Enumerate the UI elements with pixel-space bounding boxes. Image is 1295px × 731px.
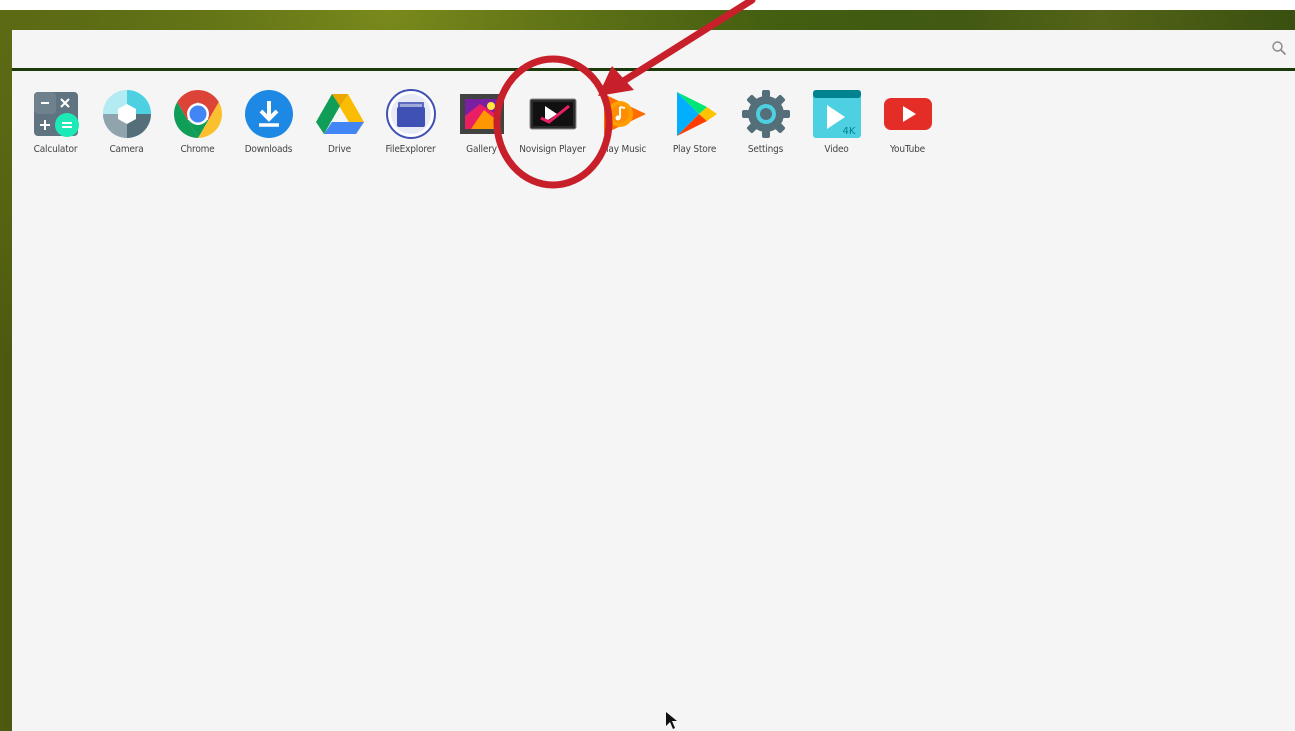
novisign-player-icon <box>529 98 576 130</box>
app-label: Chrome <box>180 144 215 155</box>
app-label: Gallery <box>466 144 497 155</box>
drive-icon <box>315 94 364 134</box>
app-grid: Calculator Camera Chrome Downloads Drive… <box>20 88 943 155</box>
app-file-explorer[interactable]: FileExplorer <box>375 88 446 155</box>
calculator-icon <box>33 92 79 137</box>
app-settings[interactable]: Settings <box>730 88 801 155</box>
chrome-icon <box>173 89 222 138</box>
app-drive[interactable]: Drive <box>304 88 375 155</box>
app-video[interactable]: 4K Video <box>801 88 872 155</box>
app-label: Novisign Player <box>519 144 586 155</box>
play-store-icon <box>676 92 717 136</box>
app-play-music[interactable]: Play Music <box>588 88 659 155</box>
youtube-icon <box>883 98 932 130</box>
search-bar[interactable] <box>12 30 1295 71</box>
app-label: Camera <box>109 144 144 155</box>
app-label: Settings <box>747 144 784 155</box>
search-icon[interactable] <box>1271 40 1287 56</box>
app-label: Downloads <box>244 144 293 155</box>
video-badge: 4K <box>842 126 855 137</box>
app-gallery[interactable]: Gallery <box>446 88 517 155</box>
downloads-icon <box>244 90 293 138</box>
app-camera[interactable]: Camera <box>91 88 162 155</box>
app-label: Video <box>824 144 849 155</box>
app-play-store[interactable]: Play Store <box>659 88 730 155</box>
app-drawer: Calculator Camera Chrome Downloads Drive… <box>12 30 1295 731</box>
app-label: Calculator <box>33 144 78 155</box>
settings-icon <box>741 90 790 138</box>
app-label: FileExplorer <box>385 144 436 155</box>
video-icon: 4K <box>812 90 861 138</box>
app-label: YouTube <box>890 144 925 155</box>
app-downloads[interactable]: Downloads <box>233 88 304 155</box>
mouse-cursor-icon <box>666 712 677 729</box>
play-music-icon <box>603 94 646 134</box>
gallery-icon <box>459 94 504 134</box>
app-calculator[interactable]: Calculator <box>20 88 91 155</box>
app-label: Play Music <box>600 144 647 155</box>
app-label: Play Store <box>672 144 717 155</box>
app-youtube[interactable]: YouTube <box>872 88 943 155</box>
app-label: Drive <box>328 144 351 155</box>
app-chrome[interactable]: Chrome <box>162 88 233 155</box>
camera-icon <box>102 90 151 138</box>
file-explorer-icon <box>385 89 436 139</box>
app-novisign-player[interactable]: Novisign Player <box>517 88 588 155</box>
